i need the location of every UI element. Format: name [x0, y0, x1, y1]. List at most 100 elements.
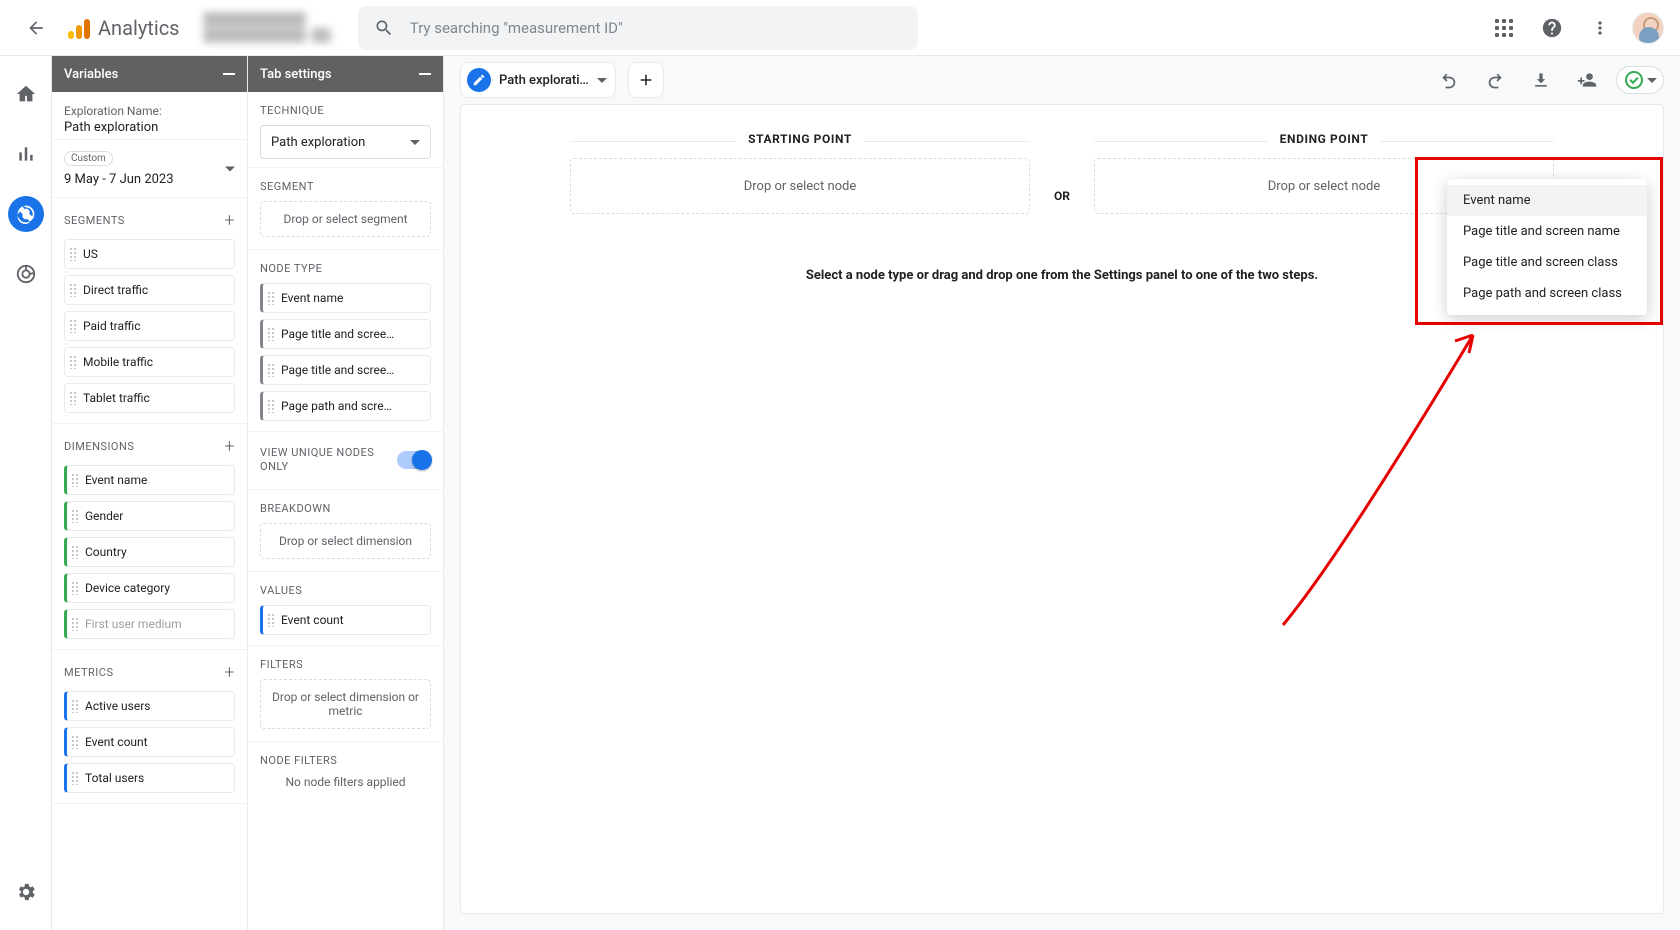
grip-icon: [69, 355, 77, 369]
node-type-section: NODE TYPE Event name Page title and scre…: [248, 250, 443, 432]
search-box[interactable]: Try searching "measurement ID": [358, 6, 918, 50]
collapse-tab-settings-button[interactable]: [419, 73, 431, 75]
redo-button[interactable]: [1478, 63, 1512, 97]
filters-drop-slot[interactable]: Drop or select dimension or metric: [260, 679, 431, 729]
gear-icon: [15, 881, 37, 903]
node-type-chip[interactable]: Page title and scree…: [260, 319, 431, 349]
nav-reports[interactable]: [8, 136, 44, 172]
help-button[interactable]: [1532, 8, 1572, 48]
node-type-chip[interactable]: Page title and scree…: [260, 355, 431, 385]
back-button[interactable]: [16, 8, 56, 48]
variables-header: Variables: [52, 56, 247, 92]
person-add-icon: [1577, 70, 1597, 90]
grip-icon: [71, 735, 79, 749]
ga-logo[interactable]: Analytics: [68, 16, 180, 40]
ending-point-heading: ENDING POINT: [1280, 132, 1369, 146]
metric-chip[interactable]: Event count: [64, 727, 235, 757]
segment-drop-slot[interactable]: Drop or select segment: [260, 201, 431, 237]
technique-select[interactable]: Path exploration: [260, 125, 431, 159]
metric-chip[interactable]: Total users: [64, 763, 235, 793]
unique-nodes-toggle[interactable]: [397, 451, 431, 469]
doc-tab[interactable]: Path explorati…: [460, 62, 616, 98]
starting-point-heading: STARTING POINT: [748, 132, 852, 146]
exploration-name-label: Exploration Name:: [64, 104, 235, 118]
account-breadcrumb[interactable]: ████████████████████████ (██): [204, 12, 334, 43]
grip-icon: [267, 327, 275, 341]
breakdown-drop-slot[interactable]: Drop or select dimension: [260, 523, 431, 559]
node-filters-section: NODE FILTERS No node filters applied: [248, 742, 443, 793]
filters-section: FILTERS Drop or select dimension or metr…: [248, 646, 443, 742]
exploration-name-value[interactable]: Path exploration: [64, 120, 235, 135]
grip-icon: [71, 581, 79, 595]
share-button[interactable]: [1570, 63, 1604, 97]
add-tab-button[interactable]: [628, 62, 664, 98]
segment-chip[interactable]: Paid traffic: [64, 311, 235, 341]
segment-chip[interactable]: Mobile traffic: [64, 347, 235, 377]
date-badge: Custom: [64, 151, 113, 166]
node-type-menu-item[interactable]: Page title and screen class: [1447, 247, 1647, 278]
node-type-menu-item[interactable]: Page path and screen class: [1447, 278, 1647, 309]
segment-chip[interactable]: Tablet traffic: [64, 383, 235, 413]
app-title: Analytics: [98, 16, 180, 40]
technique-value: Path exploration: [271, 135, 365, 150]
undo-button[interactable]: [1432, 63, 1466, 97]
doc-tab-strip: Path explorati…: [444, 56, 1680, 104]
nav-explore[interactable]: [8, 196, 44, 232]
node-type-chip[interactable]: Page path and scre…: [260, 391, 431, 421]
dimension-chip[interactable]: Country: [64, 537, 235, 567]
node-type-heading: NODE TYPE: [260, 262, 322, 275]
top-bar: Analytics ████████████████████████ (██) …: [0, 0, 1680, 56]
exploration-name-section: Exploration Name: Path exploration: [52, 92, 247, 140]
chevron-down-icon[interactable]: [597, 78, 607, 83]
apps-grid-icon: [1495, 19, 1513, 37]
sample-status[interactable]: [1616, 66, 1664, 94]
home-icon: [15, 83, 37, 105]
doc-tab-name: Path explorati…: [499, 73, 589, 88]
help-icon: [1541, 17, 1563, 39]
dimensions-section: DIMENSIONS+ Event name Gender Country De…: [52, 424, 247, 650]
node-type-menu-item[interactable]: Page title and screen name: [1447, 216, 1647, 247]
nav-advertising[interactable]: [8, 256, 44, 292]
dimension-chip[interactable]: Device category: [64, 573, 235, 603]
add-metric-button[interactable]: +: [224, 662, 235, 683]
unique-nodes-section: VIEW UNIQUE NODES ONLY: [248, 432, 443, 490]
grip-icon: [71, 473, 79, 487]
date-range-value: 9 May - 7 Jun 2023: [64, 172, 235, 187]
account-avatar[interactable]: [1632, 12, 1664, 44]
metric-chip[interactable]: Active users: [64, 691, 235, 721]
download-button[interactable]: [1524, 63, 1558, 97]
annotation-arrow: [1273, 315, 1493, 635]
node-type-menu-item[interactable]: Event name: [1447, 185, 1647, 216]
search-icon: [374, 18, 394, 38]
dimension-chip[interactable]: Event name: [64, 465, 235, 495]
dimension-chip[interactable]: First user medium: [64, 609, 235, 639]
overflow-button[interactable]: [1580, 8, 1620, 48]
reports-icon: [16, 144, 36, 164]
apps-button[interactable]: [1484, 8, 1524, 48]
node-filters-heading: NODE FILTERS: [260, 754, 337, 767]
add-segment-button[interactable]: +: [224, 210, 235, 231]
dimension-chip[interactable]: Gender: [64, 501, 235, 531]
grip-icon: [267, 291, 275, 305]
nav-admin[interactable]: [8, 874, 44, 910]
add-dimension-button[interactable]: +: [224, 436, 235, 457]
starting-point-slot[interactable]: Drop or select node: [570, 158, 1030, 214]
download-icon: [1531, 70, 1551, 90]
nav-home[interactable]: [8, 76, 44, 112]
grip-icon: [267, 363, 275, 377]
undo-icon: [1439, 70, 1459, 90]
grip-icon: [69, 247, 77, 261]
values-section: VALUES Event count: [248, 572, 443, 646]
tab-settings-header: Tab settings: [248, 56, 443, 92]
canvas-hint: Select a node type or drag and drop one …: [806, 268, 1318, 283]
node-type-chip[interactable]: Event name: [260, 283, 431, 313]
value-chip[interactable]: Event count: [260, 605, 431, 635]
segment-chip[interactable]: US: [64, 239, 235, 269]
canvas-area: Path explorati… STARTING POINT Drop or s…: [444, 56, 1680, 930]
date-range-picker[interactable]: Custom 9 May - 7 Jun 2023: [52, 140, 247, 198]
segment-chip[interactable]: Direct traffic: [64, 275, 235, 305]
search-placeholder: Try searching "measurement ID": [410, 19, 623, 37]
segments-section: SEGMENTS + US Direct traffic Paid traffic…: [52, 198, 247, 424]
segments-heading: SEGMENTS: [64, 214, 125, 227]
collapse-variables-button[interactable]: [223, 73, 235, 75]
